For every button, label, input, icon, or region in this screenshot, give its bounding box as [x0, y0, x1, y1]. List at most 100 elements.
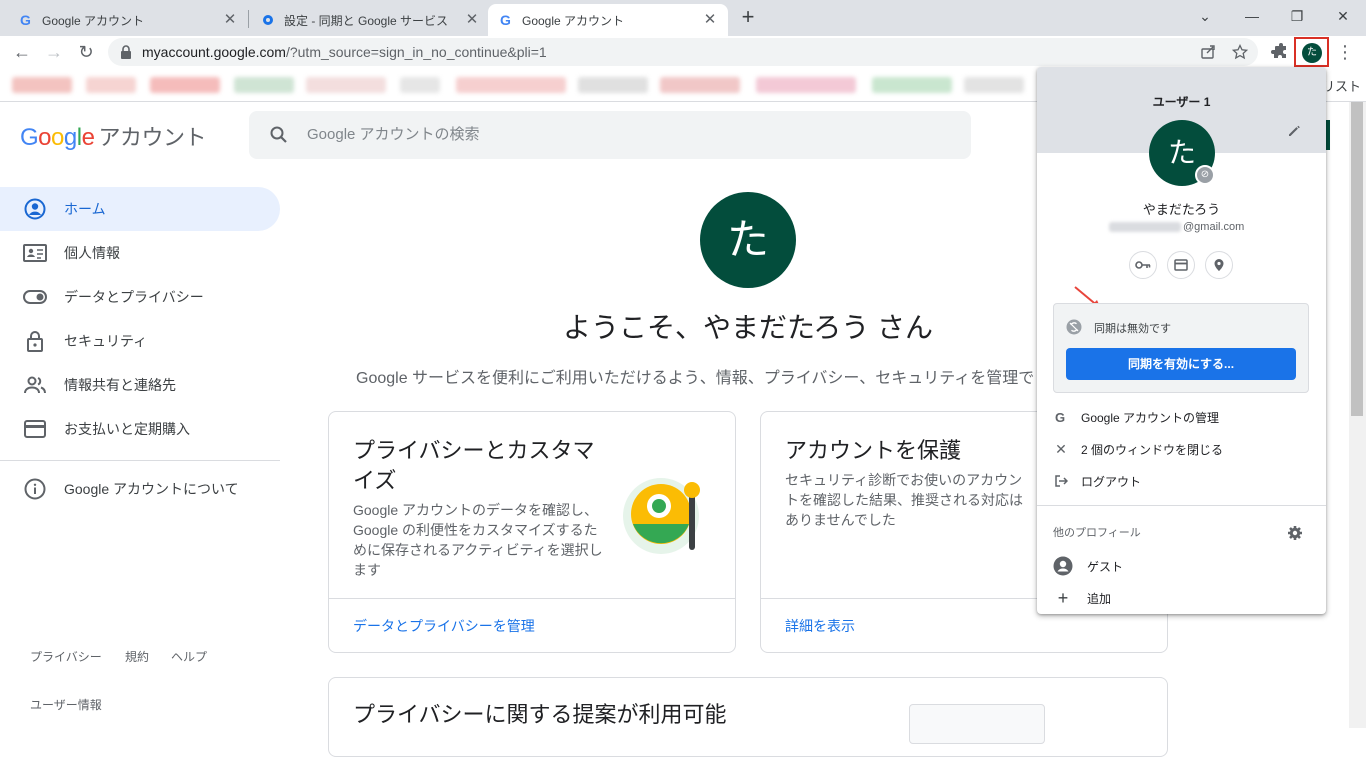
sidebar-item-home[interactable]: ホーム [0, 187, 280, 231]
bookmark-item[interactable] [756, 77, 856, 93]
url-path: /?utm_source=sign_in_no_continue&pli=1 [285, 44, 547, 60]
add-profile-item[interactable]: + 追加 [1037, 582, 1326, 614]
sync-panel: 同期は無効です 同期を有効にする... [1053, 303, 1309, 393]
logout-item[interactable]: ログアウト [1037, 465, 1326, 497]
bookmark-reading-list[interactable]: リスト [1322, 76, 1361, 95]
sync-paused-badge-icon: ⊘ [1195, 165, 1215, 185]
bookmark-item[interactable] [872, 77, 952, 93]
google-g-icon: G [500, 12, 511, 28]
google-g-icon: G [20, 12, 31, 28]
search-icon[interactable] [269, 125, 289, 145]
sync-status-text: 同期は無効です [1094, 323, 1171, 335]
sidebar-item-payments[interactable]: お支払いと定期購入 [0, 407, 280, 451]
reload-icon[interactable]: ↻ [74, 40, 98, 64]
id-card-icon [22, 241, 48, 265]
passwords-key-button[interactable] [1129, 251, 1157, 279]
menu-item-label: 2 個のウィンドウを閉じる [1081, 442, 1224, 457]
close-window-button[interactable]: ✕ [1331, 4, 1355, 28]
footer-terms-link[interactable]: 規約 [125, 648, 149, 665]
sync-off-icon [1066, 319, 1082, 335]
svg-text:G: G [500, 12, 511, 28]
sidebar-item-security[interactable]: セキュリティ [0, 319, 280, 363]
addresses-button[interactable] [1205, 251, 1233, 279]
other-profiles-label: 他のプロフィール [1053, 527, 1141, 539]
bookmark-item[interactable] [234, 77, 294, 93]
edit-pencil-icon[interactable] [1287, 124, 1301, 138]
svg-text:G: G [1055, 410, 1065, 424]
sidebar-item-about[interactable]: Google アカウントについて [0, 467, 280, 511]
tab-close-icon[interactable]: ✕ [222, 12, 238, 28]
restore-button[interactable]: ❐ [1285, 4, 1309, 28]
new-tab-button[interactable]: + [736, 6, 760, 30]
logout-icon [1053, 473, 1069, 489]
more-menu-icon[interactable]: ⋮ [1333, 40, 1357, 64]
close-windows-item[interactable]: ✕ 2 個のウィンドウを閉じる [1037, 433, 1326, 465]
privacy-illustration-icon [623, 478, 700, 554]
account-search-input[interactable]: Google アカウントの検索 [249, 111, 971, 159]
tab-active[interactable]: G Google アカウント ✕ [488, 4, 728, 36]
bookmark-item[interactable] [964, 77, 1024, 93]
menu-item-label: ログアウト [1081, 474, 1142, 489]
logo-letter: g [63, 124, 77, 151]
email-redacted [1109, 222, 1181, 233]
location-pin-icon [1214, 259, 1224, 271]
lock-icon [22, 329, 48, 353]
extensions-puzzle-icon[interactable] [1268, 40, 1292, 64]
main-avatar[interactable]: た [700, 192, 796, 288]
info-icon [22, 477, 48, 501]
bookmark-star-icon[interactable] [1232, 44, 1248, 60]
bookmark-item[interactable] [400, 77, 440, 93]
footer-help-link[interactable]: ヘルプ [171, 648, 207, 665]
popup-divider [1037, 505, 1326, 506]
tab[interactable]: G Google アカウント ✕ [8, 4, 248, 36]
sidebar-item-data-privacy[interactable]: データとプライバシー [0, 275, 280, 319]
tab-search-chevron-icon[interactable]: ⌄ [1193, 4, 1217, 28]
bookmark-item[interactable] [660, 77, 740, 93]
bookmark-item[interactable] [86, 77, 136, 93]
payment-methods-button[interactable] [1167, 251, 1195, 279]
logo-letter: e [81, 124, 95, 151]
sidebar-item-label: 個人情報 [64, 245, 120, 261]
manage-google-account-item[interactable]: G Google アカウントの管理 [1037, 401, 1326, 433]
guest-profile-item[interactable]: ゲスト [1037, 550, 1326, 582]
scrollbar-thumb[interactable] [1351, 102, 1363, 416]
other-profiles-heading: 他のプロフィール [1037, 516, 1326, 548]
bookmark-item[interactable] [150, 77, 220, 93]
welcome-subtitle: Google サービスを便利にご利用いただけるよう、情報、プライバシー、セキュリ… [356, 370, 1035, 387]
sidebar-item-personal-info[interactable]: 個人情報 [0, 231, 280, 275]
turn-on-sync-button[interactable]: 同期を有効にする... [1066, 348, 1296, 380]
bookmark-item[interactable] [578, 77, 648, 93]
bookmark-item[interactable] [306, 77, 386, 93]
people-icon [22, 373, 48, 397]
profile-button[interactable]: た [1294, 37, 1329, 67]
profile-email: @gmail.com [1109, 221, 1244, 233]
card-link-manage-privacy[interactable]: データとプライバシーを管理 [329, 598, 735, 652]
minimize-button[interactable]: — [1240, 4, 1264, 28]
menu-item-label: ゲスト [1087, 559, 1124, 574]
forward-arrow-icon[interactable]: → [42, 40, 66, 64]
privacy-card[interactable]: プライバシーとカスタマイズ Google アカウントのデータを確認し、Googl… [328, 411, 736, 653]
google-account-logo[interactable]: Google アカウント [20, 120, 206, 152]
address-bar[interactable]: myaccount.google.com/?utm_source=sign_in… [108, 38, 1258, 66]
toggle-icon [22, 285, 48, 309]
tab-close-icon[interactable]: ✕ [702, 12, 718, 28]
back-arrow-icon[interactable]: ← [10, 40, 34, 64]
footer-privacy-link[interactable]: プライバシー [30, 648, 102, 665]
svg-text:G: G [20, 12, 31, 28]
bookmark-item[interactable] [12, 77, 72, 93]
tab-close-icon[interactable]: ✕ [464, 12, 480, 28]
logo-letter: o [38, 124, 52, 151]
sidebar-item-sharing[interactable]: 情報共有と連絡先 [0, 363, 280, 407]
profile-full-name: やまだたろう [1142, 202, 1221, 217]
profile-avatar: た [1302, 43, 1322, 63]
tab[interactable]: 設定 - 同期と Google サービス ✕ [250, 4, 490, 36]
bookmark-item[interactable] [456, 77, 566, 93]
share-icon[interactable] [1200, 44, 1216, 60]
lock-icon[interactable] [120, 45, 132, 59]
footer-user-info-link[interactable]: ユーザー情報 [30, 696, 102, 713]
privacy-suggestions-card[interactable]: プライバシーに関する提案が利用可能 [328, 677, 1168, 757]
manage-profiles-gear-icon[interactable] [1287, 525, 1303, 541]
toolbar: ← → ↻ myaccount.google.com/?utm_source=s… [0, 36, 1366, 68]
url-text: myaccount.google.com/?utm_source=sign_in… [142, 38, 547, 66]
url-host: myaccount.google.com [142, 44, 286, 60]
